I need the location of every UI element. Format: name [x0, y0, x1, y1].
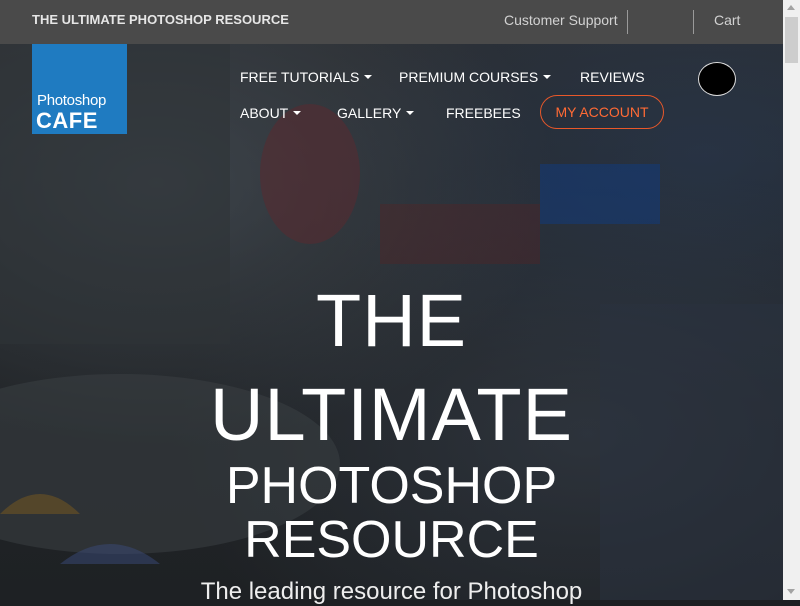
- logo-line-1: Photoshop: [37, 92, 107, 109]
- nav-reviews[interactable]: REVIEWS: [580, 69, 645, 85]
- divider: [693, 10, 694, 34]
- caret-down-icon: [406, 111, 415, 116]
- hero-title-line-2: ULTIMATE: [210, 373, 573, 456]
- divider: [627, 10, 628, 34]
- nav-premium-courses[interactable]: PREMIUM COURSES: [399, 69, 552, 85]
- top-bar: THE ULTIMATE PHOTOSHOP RESOURCE Customer…: [0, 0, 783, 44]
- nav-free-tutorials[interactable]: FREE TUTORIALS: [240, 69, 373, 85]
- nav-free-tutorials-label: FREE TUTORIALS: [240, 69, 360, 85]
- nav-gallery-label: GALLERY: [337, 105, 402, 121]
- hero-subtitle: The leading resource for Photoshop: [200, 578, 583, 605]
- nav-premium-courses-label: PREMIUM COURSES: [399, 69, 539, 85]
- customer-support-link[interactable]: Customer Support: [504, 12, 618, 28]
- nav-freebees[interactable]: FREEBEES: [446, 105, 521, 121]
- nav-gallery[interactable]: GALLERY: [337, 105, 415, 121]
- hero-title-line-3: PHOTOSHOP: [225, 457, 558, 515]
- nav-freebees-label: FREEBEES: [446, 105, 521, 121]
- my-account-button[interactable]: MY ACCOUNT: [540, 95, 664, 129]
- scroll-thumb[interactable]: [785, 17, 798, 63]
- nav-about-label: ABOUT: [240, 105, 289, 121]
- nav-reviews-label: REVIEWS: [580, 69, 645, 85]
- photoshop-cafe-logo[interactable]: Photoshop CAFE: [32, 44, 127, 134]
- logo-line-2: CAFE: [36, 108, 98, 133]
- vertical-scrollbar[interactable]: [783, 0, 800, 600]
- caret-down-icon: [543, 75, 552, 80]
- nav-about[interactable]: ABOUT: [240, 105, 302, 121]
- caret-down-icon: [364, 75, 373, 80]
- cart-link[interactable]: Cart: [714, 12, 740, 28]
- scroll-up-arrow-icon[interactable]: [787, 5, 795, 10]
- scroll-down-arrow-icon[interactable]: [787, 589, 795, 594]
- hero-title-line-1: THE: [316, 279, 467, 362]
- site-tagline: THE ULTIMATE PHOTOSHOP RESOURCE: [32, 12, 289, 27]
- search-toggle-icon[interactable]: [698, 62, 736, 96]
- caret-down-icon: [293, 111, 302, 116]
- hero-title-line-4: RESOURCE: [244, 511, 539, 569]
